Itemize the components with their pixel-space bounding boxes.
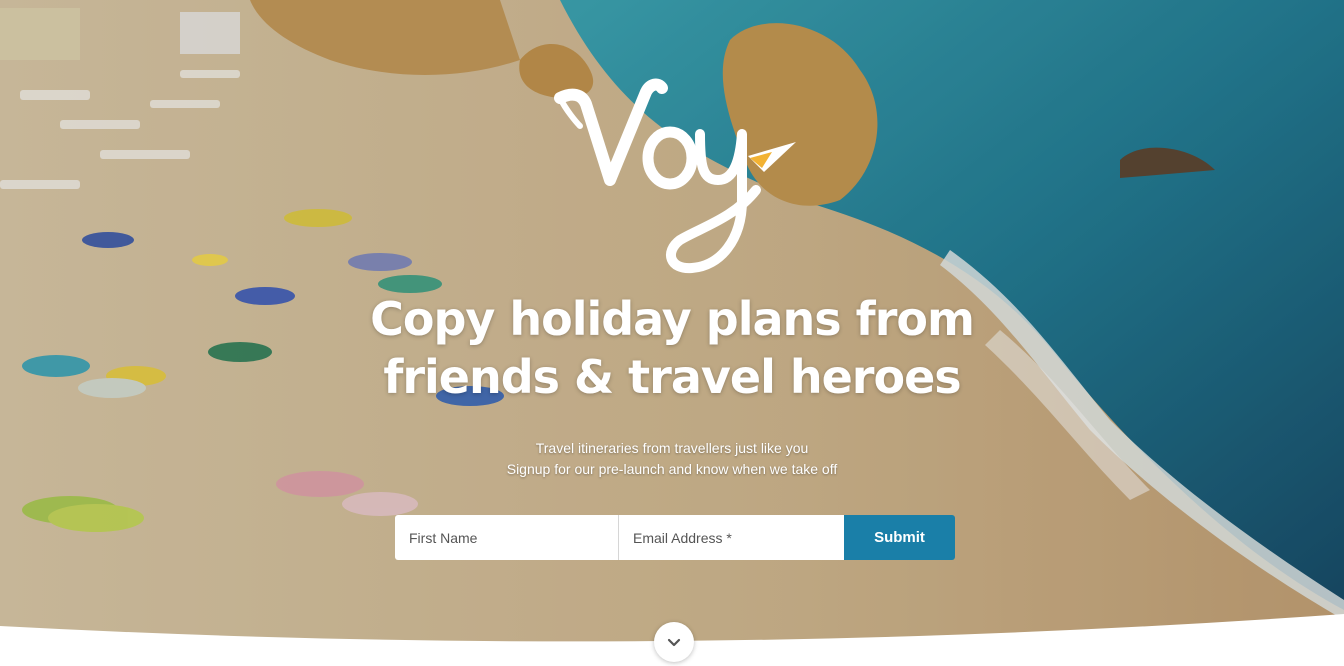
scroll-down-button[interactable] [654, 622, 694, 662]
email-input[interactable] [619, 515, 844, 560]
paper-plane-arrow-icon [748, 142, 796, 172]
signup-form: Submit [395, 515, 955, 560]
voy-logo [554, 78, 796, 274]
subtitle-line-2: Signup for our pre-launch and know when … [506, 461, 838, 477]
submit-button[interactable]: Submit [844, 515, 955, 560]
chevron-down-icon [667, 638, 681, 647]
hero-headline: Copy holiday plans from friends & travel… [300, 290, 1044, 406]
headline-line-1: Copy holiday plans from [370, 292, 975, 346]
hero-subtitle: Travel itineraries from travellers just … [380, 438, 964, 480]
headline-line-2: friends & travel heroes [383, 350, 961, 404]
subtitle-line-1: Travel itineraries from travellers just … [535, 440, 809, 456]
first-name-input[interactable] [395, 515, 619, 560]
